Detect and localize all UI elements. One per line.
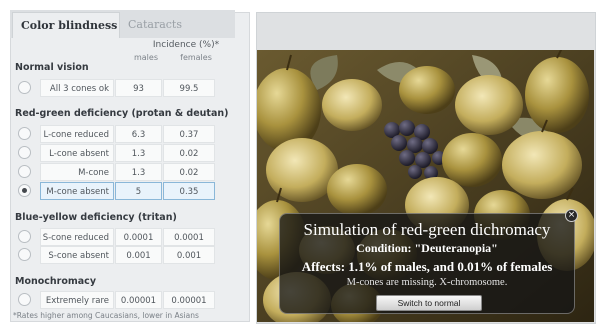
option-label: S-cone absent [40,246,114,264]
females-value: 0.0001 [163,228,215,246]
tab-cataracts[interactable]: Cataracts [122,12,212,38]
males-header: males [133,53,158,62]
overlay-condition: Condition: "Deuteranopia" [356,241,498,255]
females-value: 0.37 [163,125,215,143]
males-value: 1.3 [115,144,162,162]
males-value: 1.3 [115,163,162,181]
simulation-info-box: Simulation of red-green dichromacy Condi… [279,213,575,314]
females-value: 99.5 [163,79,215,97]
section-red-green: Red-green deficiency (protan & deutan) [15,108,229,119]
option-row-selected[interactable]: M-cone absent 5 0.35 [18,182,233,200]
section-normal-vision: Normal vision [15,62,89,73]
section-blue-yellow: Blue-yellow deficiency (tritan) [15,212,177,223]
males-value: 93 [115,79,162,97]
option-row[interactable]: Extremely rare 0.00001 0.00001 [18,291,233,309]
option-row[interactable]: L-cone absent 1.3 0.02 [18,144,233,162]
females-header: females [180,53,212,62]
males-value: 0.00001 [115,291,162,309]
overlay-affects: Affects: 1.1% of males, and 0.01% of fem… [301,259,553,274]
females-value: 0.00001 [163,291,215,309]
overlay-note: M-cones are missing. X-chromosome. [346,277,508,288]
tab-color-blindness[interactable]: Color blindness [12,12,120,38]
radio-button[interactable] [18,81,31,94]
option-label: L-cone reduced [40,125,114,143]
radio-button[interactable] [18,248,31,261]
option-row[interactable]: L-cone reduced 6.3 0.37 [18,125,233,143]
option-label: Extremely rare [40,291,114,309]
incidence-header: Incidence (%)* [152,40,220,50]
option-label: M-cone reduced [40,163,114,196]
radio-button-checked[interactable] [18,184,31,197]
radio-button[interactable] [18,146,31,159]
switch-to-normal-button[interactable]: Switch to normal [376,295,482,311]
females-value: 0.02 [163,144,215,162]
males-value: 5 [115,182,162,200]
close-icon[interactable]: × [565,209,578,222]
option-label: All 3 cones ok [40,79,114,97]
option-row[interactable]: S-cone absent 0.001 0.001 [18,246,233,264]
option-row[interactable]: All 3 cones ok 93 99.5 [18,79,233,97]
females-value: 0.02 [163,163,215,181]
option-label: S-cone reduced [40,228,114,246]
section-monochromacy: Monochromacy [15,276,97,287]
footnote: *Rates higher among Caucasians, lower in… [13,311,199,320]
radio-button[interactable] [18,293,31,306]
females-value: 0.001 [163,246,215,264]
option-row[interactable]: S-cone reduced 0.0001 0.0001 [18,228,233,246]
overlay-title: Simulation of red-green dichromacy [303,220,551,239]
males-value: 0.001 [115,246,162,264]
option-label: L-cone absent [40,144,114,162]
males-value: 0.0001 [115,228,162,246]
option-row[interactable]: M-cone reduced 1.3 0.02 [18,163,233,196]
males-value: 6.3 [115,125,162,143]
radio-button[interactable] [18,127,31,140]
radio-button[interactable] [18,165,31,178]
radio-button[interactable] [18,230,31,243]
females-value: 0.35 [163,182,215,200]
tab-bar: Color blindness Cataracts [10,10,235,38]
option-label: M-cone absent [40,182,114,200]
